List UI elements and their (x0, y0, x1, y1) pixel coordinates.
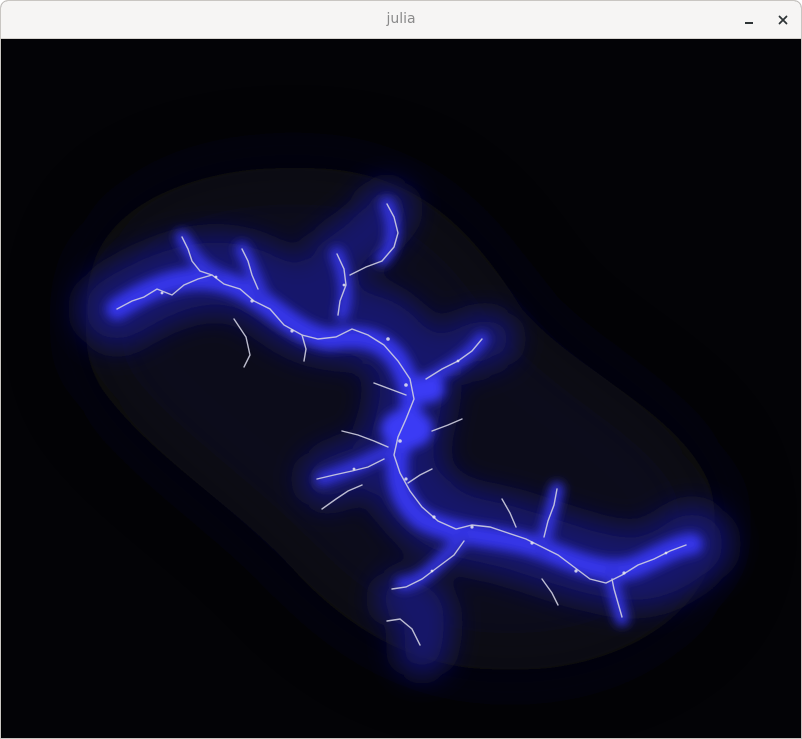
julia-fractal-image (2, 39, 801, 738)
window-title: julia (386, 11, 416, 27)
minimize-icon (745, 22, 753, 24)
fractal-canvas[interactable] (2, 39, 801, 738)
close-button[interactable] (772, 9, 794, 31)
minimize-button[interactable] (738, 9, 760, 31)
titlebar[interactable]: julia (1, 1, 801, 39)
app-window: julia (0, 0, 802, 739)
close-icon (778, 15, 788, 25)
